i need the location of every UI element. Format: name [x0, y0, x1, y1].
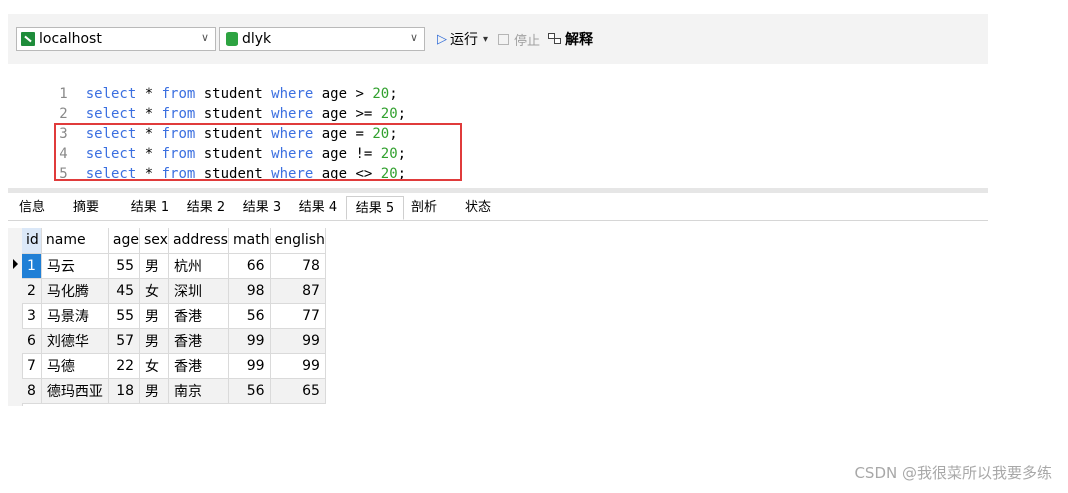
code-line: 3 select * from student where age = 20; [8, 104, 397, 142]
current-row-icon [13, 259, 18, 269]
cell-id[interactable]: 3 [22, 303, 42, 329]
table-row[interactable]: 6 刘德华 57 男 香港 99 99 [22, 328, 326, 354]
cell-math[interactable]: 56 [228, 378, 271, 404]
cell-age[interactable]: 45 [108, 278, 141, 304]
result-tabs: 信息 摘要 结果 1 结果 2 结果 3 结果 4 结果 5 剖析 状态 [8, 194, 988, 221]
cell-math[interactable]: 56 [228, 303, 271, 329]
tab-info[interactable]: 信息 [12, 196, 52, 220]
column-header-id[interactable]: id [22, 228, 42, 254]
column-header-math[interactable]: math [228, 228, 271, 254]
cell-name[interactable]: 马化腾 [41, 278, 109, 304]
cell-math[interactable]: 99 [228, 353, 271, 379]
tab-status[interactable]: 状态 [458, 196, 498, 220]
cell-english[interactable]: 78 [270, 253, 326, 279]
tab-result-1[interactable]: 结果 1 [122, 196, 178, 220]
cell-sex[interactable]: 男 [139, 303, 169, 329]
explain-button[interactable]: 解释 [548, 29, 593, 49]
highlight-box [54, 123, 462, 181]
code-line: 1 select * from student where age > 20; [8, 64, 397, 102]
cell-address[interactable]: 香港 [168, 303, 229, 329]
cell-sex[interactable]: 女 [139, 278, 169, 304]
cell-age[interactable]: 18 [108, 378, 141, 404]
table-row[interactable]: 7 马德 22 女 香港 99 99 [22, 353, 326, 379]
cell-sex[interactable]: 女 [139, 353, 169, 379]
run-dropdown-icon[interactable]: ▾ [483, 34, 488, 45]
query-toolbar: localhost ∨ dlyk ∨ ▷ 运行 ▾ 停止 解释 [8, 14, 988, 64]
cell-english[interactable]: 99 [270, 328, 326, 354]
chevron-down-icon: ∨ [409, 31, 418, 44]
stop-icon [498, 33, 510, 45]
cell-sex[interactable]: 男 [139, 378, 169, 404]
cell-address[interactable]: 深圳 [168, 278, 229, 304]
cell-id[interactable]: 1 [22, 253, 42, 279]
explain-icon [548, 33, 562, 45]
code-line: 2 select * from student where age >= 20; [8, 84, 406, 122]
cell-math[interactable]: 99 [228, 328, 271, 354]
tab-result-2[interactable]: 结果 2 [178, 196, 234, 220]
cell-id[interactable]: 6 [22, 328, 42, 354]
column-header-english[interactable]: english [270, 228, 326, 254]
cell-english[interactable]: 99 [270, 353, 326, 379]
cell-name[interactable]: 德玛西亚 [41, 378, 109, 404]
cell-id[interactable]: 2 [22, 278, 42, 304]
cell-sex[interactable]: 男 [139, 253, 169, 279]
table-row[interactable]: 1 马云 55 男 杭州 66 78 [22, 253, 326, 279]
play-icon: ▷ [437, 31, 447, 47]
row-gutter [8, 228, 23, 406]
toolbar-row: localhost ∨ dlyk ∨ ▷ 运行 ▾ 停止 解释 [16, 26, 593, 52]
tab-result-3[interactable]: 结果 3 [234, 196, 290, 220]
cell-name[interactable]: 马景涛 [41, 303, 109, 329]
cell-address[interactable]: 香港 [168, 328, 229, 354]
watermark: CSDN @我很菜所以我要多练 [854, 464, 1052, 482]
column-header-sex[interactable]: sex [139, 228, 169, 254]
table-row[interactable]: 2 马化腾 45 女 深圳 98 87 [22, 278, 326, 304]
cell-address[interactable]: 南京 [168, 378, 229, 404]
tab-summary[interactable]: 摘要 [66, 196, 106, 220]
tab-result-4[interactable]: 结果 4 [290, 196, 346, 220]
cell-math[interactable]: 98 [228, 278, 271, 304]
tab-result-5[interactable]: 结果 5 [346, 196, 404, 220]
column-header-age[interactable]: age [108, 228, 141, 254]
stop-button[interactable]: 停止 [498, 30, 540, 49]
cell-age[interactable]: 22 [108, 353, 141, 379]
splitter[interactable] [8, 188, 988, 193]
cell-english[interactable]: 77 [270, 303, 326, 329]
run-label: 运行 [450, 32, 478, 48]
connection-select[interactable]: localhost ∨ [16, 27, 216, 51]
database-icon [226, 32, 238, 46]
table-row[interactable]: 8 德玛西亚 18 男 南京 56 65 [22, 378, 326, 404]
cell-sex[interactable]: 男 [139, 328, 169, 354]
header-row: id name age sex address math english [22, 228, 326, 254]
cell-age[interactable]: 55 [108, 253, 141, 279]
cell-id[interactable]: 7 [22, 353, 42, 379]
cell-address[interactable]: 杭州 [168, 253, 229, 279]
cell-age[interactable]: 57 [108, 328, 141, 354]
cell-name[interactable]: 刘德华 [41, 328, 109, 354]
tab-profile[interactable]: 剖析 [404, 196, 444, 220]
cell-math[interactable]: 66 [228, 253, 271, 279]
cell-name[interactable]: 马云 [41, 253, 109, 279]
connection-value: localhost [39, 31, 102, 47]
column-header-name[interactable]: name [41, 228, 109, 254]
cell-english[interactable]: 65 [270, 378, 326, 404]
run-button[interactable]: ▷ 运行 ▾ [437, 29, 488, 49]
database-value: dlyk [242, 31, 272, 47]
chevron-down-icon: ∨ [200, 31, 209, 44]
explain-label: 解释 [565, 32, 594, 48]
cell-age[interactable]: 55 [108, 303, 141, 329]
cell-name[interactable]: 马德 [41, 353, 109, 379]
result-table: id name age sex address math english 1 马… [22, 228, 326, 404]
database-select[interactable]: dlyk ∨ [219, 27, 425, 51]
cell-address[interactable]: 香港 [168, 353, 229, 379]
table-row[interactable]: 3 马景涛 55 男 香港 56 77 [22, 303, 326, 329]
cell-english[interactable]: 87 [270, 278, 326, 304]
cell-id[interactable]: 8 [22, 378, 42, 404]
column-header-address[interactable]: address [168, 228, 229, 254]
connection-icon [21, 32, 35, 46]
stop-label: 停止 [514, 33, 541, 49]
code-text: ; [397, 106, 407, 122]
